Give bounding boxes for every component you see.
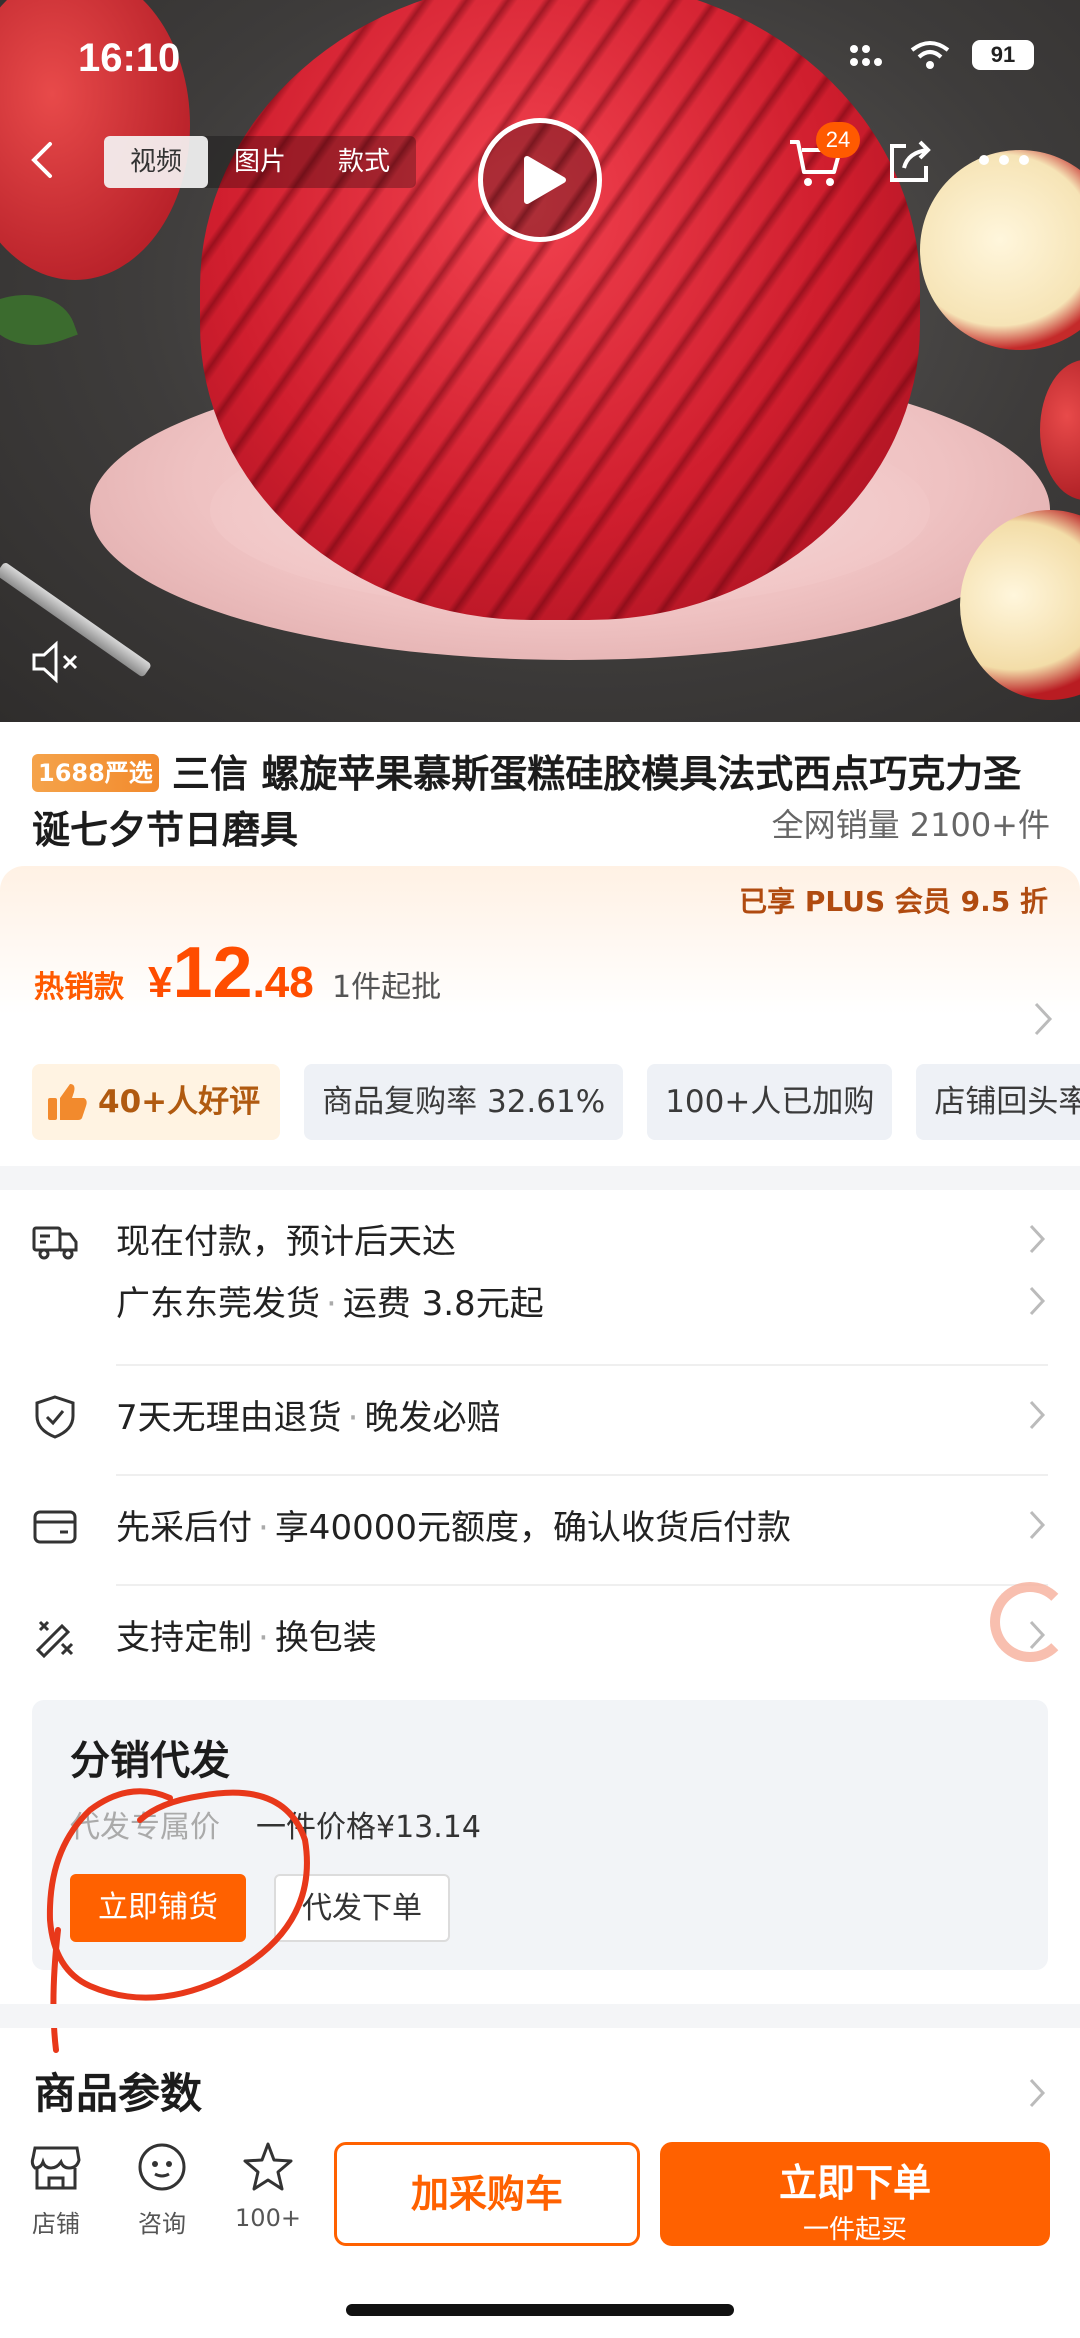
price: ¥12.48 bbox=[148, 933, 314, 1013]
single-piece-price: 一件价格¥13.14 bbox=[256, 1810, 481, 1845]
tab-styles[interactable]: 款式 bbox=[312, 136, 416, 188]
delivery-estimate: 现在付款，预计后天达 bbox=[116, 1222, 456, 1262]
chevron-right-icon bbox=[1029, 1286, 1046, 1316]
delivery-truck-icon bbox=[32, 1226, 78, 1260]
strict-selection-badge: 1688严选 bbox=[32, 754, 159, 792]
share-icon[interactable] bbox=[886, 138, 934, 186]
star-icon bbox=[243, 2142, 293, 2191]
credit-limit: 享40000元额度，确认收货后付款 bbox=[274, 1508, 791, 1548]
play-icon bbox=[524, 156, 566, 204]
row-divider bbox=[116, 1364, 1048, 1366]
shipping-row[interactable]: 现在付款，预计后天达 广东东莞发货 · 运费 3.8元起 bbox=[32, 1214, 1048, 1334]
status-icons: 91 bbox=[848, 40, 1034, 70]
sales-count: 全网销量 2100+件 bbox=[771, 806, 1050, 844]
cart-count-badge: 24 bbox=[816, 122, 860, 158]
consult-label: 咨询 bbox=[138, 2210, 186, 2238]
consult-button[interactable]: 咨询 bbox=[112, 2140, 212, 2239]
back-icon[interactable] bbox=[24, 140, 64, 180]
cellular-icon bbox=[850, 45, 882, 66]
returns-row[interactable]: 7天无理由退货 · 晚发必赔 bbox=[32, 1390, 1048, 1450]
floating-assistant-icon[interactable] bbox=[990, 1582, 1070, 1662]
shipping-fee: 运费 3.8元起 bbox=[342, 1284, 544, 1324]
chevron-right-icon bbox=[1029, 2078, 1046, 2108]
buy-now-label: 立即下单 bbox=[778, 2161, 931, 2205]
ship-origin: 广东东莞发货 bbox=[116, 1284, 320, 1324]
add-to-cart-button[interactable]: 加采购车 bbox=[334, 2142, 640, 2246]
dropship-order-button[interactable]: 代发下单 bbox=[274, 1874, 450, 1942]
cart-button[interactable]: 24 bbox=[788, 122, 860, 188]
credit-row[interactable]: 先采后付 · 享40000元额度，确认收货后付款 bbox=[32, 1500, 1048, 1560]
tag-reviews[interactable]: 40+人好评 bbox=[32, 1064, 281, 1140]
home-indicator bbox=[346, 2304, 734, 2316]
chevron-right-icon bbox=[1029, 1400, 1046, 1430]
repackaging: 换包装 bbox=[274, 1618, 377, 1658]
distribution-title: 分销代发 bbox=[70, 1738, 230, 1784]
shop-label: 店铺 bbox=[32, 2210, 80, 2238]
tab-video[interactable]: 视频 bbox=[104, 136, 209, 188]
battery-indicator: 91 bbox=[972, 40, 1034, 70]
thumbs-up-icon bbox=[48, 1084, 87, 1120]
chevron-right-icon bbox=[1029, 1510, 1046, 1540]
play-button[interactable] bbox=[478, 118, 602, 242]
apple-half-decoration bbox=[920, 150, 1080, 350]
late-compensation: 晚发必赔 bbox=[364, 1398, 501, 1438]
section-divider bbox=[0, 1166, 1080, 1190]
section-divider bbox=[0, 2004, 1080, 2028]
highlight-tags: 40+人好评 商品复购率 32.61% 100+人已加购 店铺回头率 bbox=[32, 1064, 1080, 1140]
stock-now-button[interactable]: 立即铺货 bbox=[70, 1874, 246, 1942]
more-icon[interactable] bbox=[976, 150, 1032, 170]
chevron-right-icon bbox=[1034, 1002, 1053, 1036]
price-area[interactable]: 已享 PLUS 会员 9.5 折 热销款 ¥12.48 1件起批 bbox=[0, 866, 1080, 1052]
leaf-decoration bbox=[0, 278, 78, 362]
buy-now-sublabel: 一件起买 bbox=[802, 2215, 907, 2245]
shield-check-icon bbox=[35, 1395, 75, 1439]
buy-now-button[interactable]: 立即下单 一件起买 bbox=[660, 2142, 1050, 2246]
pay-later: 先采后付 bbox=[116, 1508, 252, 1548]
tag-store-return-rate[interactable]: 店铺回头率 bbox=[916, 1064, 1080, 1140]
product-media[interactable]: 16:10 91 视频 图片 款式 24 bbox=[0, 0, 1080, 722]
wifi-icon bbox=[910, 41, 950, 69]
plus-discount: 已享 PLUS 会员 9.5 折 bbox=[739, 885, 1048, 918]
dropship-price-label: 代发专属价 bbox=[70, 1810, 220, 1845]
tag-added-to-cart[interactable]: 100+人已加购 bbox=[647, 1064, 893, 1140]
status-time: 16:10 bbox=[78, 36, 181, 80]
spiral-apple-cake bbox=[200, 0, 920, 620]
tag-repurchase-rate[interactable]: 商品复购率 32.61% bbox=[304, 1064, 624, 1140]
row-divider bbox=[116, 1474, 1048, 1476]
favorite-button[interactable]: 100+ bbox=[218, 2140, 318, 2232]
tab-images[interactable]: 图片 bbox=[208, 136, 312, 188]
media-tabs: 视频 图片 款式 bbox=[104, 136, 417, 188]
chevron-right-icon bbox=[1029, 1224, 1046, 1254]
customization-row[interactable]: 支持定制 · 换包装 bbox=[32, 1610, 1048, 1670]
favorite-count: 100+ bbox=[235, 2204, 301, 2232]
product-params-title[interactable]: 商品参数 bbox=[34, 2060, 202, 2121]
hot-label: 热销款 bbox=[34, 970, 124, 1005]
mute-icon[interactable] bbox=[30, 640, 80, 684]
chat-face-icon bbox=[138, 2143, 186, 2191]
store-icon bbox=[30, 2146, 81, 2190]
custom-support: 支持定制 bbox=[116, 1618, 252, 1658]
wallet-icon bbox=[33, 1510, 77, 1544]
distribution-panel: 分销代发 代发专属价 一件价格¥13.14 立即铺货 代发下单 bbox=[32, 1700, 1048, 1970]
tools-icon bbox=[35, 1620, 74, 1659]
shop-button[interactable]: 店铺 bbox=[6, 2140, 106, 2239]
min-order-quantity: 1件起批 bbox=[332, 970, 442, 1005]
return-policy: 7天无理由退货 bbox=[116, 1398, 342, 1438]
row-divider bbox=[116, 1584, 1048, 1586]
